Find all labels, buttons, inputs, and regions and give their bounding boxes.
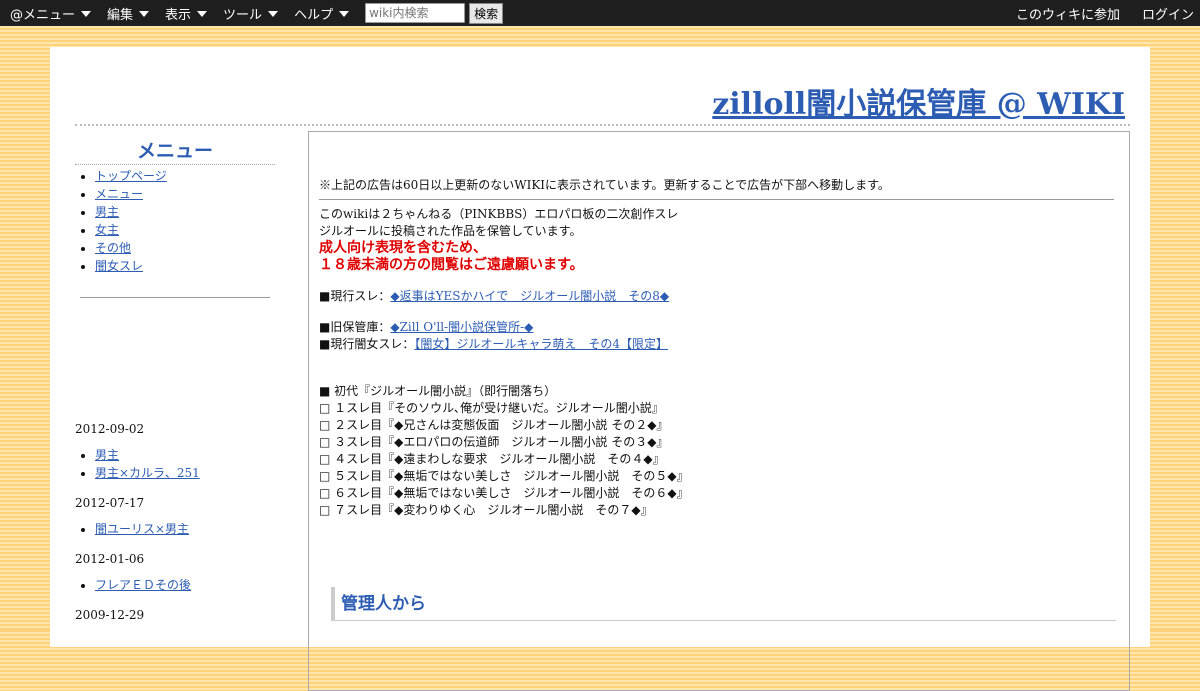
history-line: □ ４スレ目『◆遠まわしな要求 ジルオール闇小説 その４◆』 bbox=[319, 452, 665, 466]
sidebar-item-yamijo: 闇女スレ bbox=[95, 257, 275, 275]
current-thread-prefix: ■現行スレ： bbox=[319, 289, 391, 303]
sidebar-link-male[interactable]: 男主 bbox=[95, 205, 119, 219]
update-list: フレアＥＤその後 bbox=[75, 576, 275, 594]
toolbar-right: このウィキに参加 ログイン bbox=[994, 4, 1194, 23]
sidebar-item-male: 男主 bbox=[95, 203, 275, 221]
tools-dropdown[interactable]: ツール bbox=[223, 4, 279, 23]
atmenu-dropdown[interactable]: @メニュー bbox=[10, 4, 92, 23]
sidebar-heading: メニュー bbox=[75, 136, 275, 165]
join-wiki-link[interactable]: このウィキに参加 bbox=[1016, 4, 1120, 23]
edit-label: 編集 bbox=[107, 7, 134, 23]
chevron-down-icon bbox=[268, 11, 279, 17]
update-list: 男主 男主×カルラ、251 bbox=[75, 446, 275, 482]
main-content: ※上記の広告は60日以上更新のないWIKIに表示されています。更新することで広告… bbox=[308, 131, 1130, 691]
chevron-down-icon bbox=[339, 11, 350, 17]
list-item: フレアＥＤその後 bbox=[95, 576, 275, 594]
sidebar: メニュー トップページ メニュー 男主 女主 その他 闇女スレ 2012-09-… bbox=[75, 133, 275, 632]
sidebar-link-other[interactable]: その他 bbox=[95, 241, 131, 255]
update-list: 闇ユーリス×男主 bbox=[75, 520, 275, 538]
update-date: 2009-12-29 bbox=[75, 608, 145, 622]
sidebar-divider bbox=[80, 297, 270, 298]
sidebar-menu: トップページ メニュー 男主 女主 その他 闇女スレ bbox=[75, 167, 275, 275]
view-label: 表示 bbox=[165, 7, 192, 23]
intro-line: このwikiは２ちゃんねる（PINKBBS）エロパロ板の二次創作スレ bbox=[319, 207, 679, 221]
list-item: 男主×カルラ、251 bbox=[95, 464, 275, 482]
list-item: 闇ユーリス×男主 bbox=[95, 520, 275, 538]
update-link[interactable]: 闇ユーリス×男主 bbox=[95, 522, 189, 536]
title-divider bbox=[75, 124, 1130, 126]
history-line: □ ７スレ目『◆変わりゆく心 ジルオール闇小説 その７◆』 bbox=[319, 503, 653, 517]
page-container: zilloll闇小説保管庫 @ WIKI メニュー トップページ メニュー 男主… bbox=[50, 47, 1150, 691]
history-line: □ ３スレ目『◆エロパロの伝道師 ジルオール闇小説 その３◆』 bbox=[319, 435, 669, 449]
update-link[interactable]: 男主 bbox=[95, 448, 119, 462]
update-date: 2012-01-06 bbox=[75, 552, 145, 566]
toolbar-left: @メニュー 編集 表示 ツール ヘルプ 検索 bbox=[10, 2, 504, 24]
adult-warning: 成人向け表現を含むため、 bbox=[319, 240, 487, 256]
help-label: ヘルプ bbox=[294, 7, 334, 23]
sidebar-link-menu[interactable]: メニュー bbox=[95, 187, 143, 201]
history-line: ■ 初代『ジルオール闇小説』（即行闇落ち） bbox=[319, 384, 557, 398]
history-line: □ ６スレ目『◆無垢ではない美しさ ジルオール闇小説 その６◆』 bbox=[319, 486, 689, 500]
sidebar-item-other: その他 bbox=[95, 239, 275, 257]
sidebar-link-female[interactable]: 女主 bbox=[95, 223, 119, 237]
history-line: □ ２スレ目『◆兄さんは変態仮面 ジルオール闇小説 その２◆』 bbox=[319, 418, 669, 432]
ad-divider bbox=[319, 199, 1114, 200]
current-thread-link[interactable]: ◆返事はYESかハイで ジルオール闇小説 その8◆ bbox=[390, 289, 669, 303]
sidebar-item-menu: メニュー bbox=[95, 185, 275, 203]
sidebar-link-yamijo[interactable]: 闇女スレ bbox=[95, 259, 143, 273]
chevron-down-icon bbox=[197, 11, 208, 17]
adult-warning: １８歳未満の方の閲覧はご遠慮願います。 bbox=[319, 257, 584, 273]
old-archive-link[interactable]: ◆Zill O'll-闇小説保管所-◆ bbox=[390, 320, 533, 334]
ad-notice: ※上記の広告は60日以上更新のないWIKIに表示されています。更新することで広告… bbox=[319, 178, 890, 192]
yamijo-thread-prefix: ■現行闇女スレ： bbox=[319, 337, 415, 351]
search-input[interactable] bbox=[365, 3, 466, 23]
sidebar-link-top[interactable]: トップページ bbox=[95, 169, 167, 183]
admin-section-heading: 管理人から bbox=[331, 587, 1116, 621]
yamijo-thread-line: ■現行闇女スレ：【闇女】ジルオールキャラ萌え その4【限定】 bbox=[319, 336, 1119, 353]
atmenu-label: @メニュー bbox=[10, 7, 76, 23]
search-button[interactable]: 検索 bbox=[469, 2, 504, 24]
sidebar-item-top: トップページ bbox=[95, 167, 275, 185]
chevron-down-icon bbox=[81, 11, 92, 17]
chevron-down-icon bbox=[139, 11, 150, 17]
yamijo-thread-link[interactable]: 【闇女】ジルオールキャラ萌え その4【限定】 bbox=[414, 337, 668, 351]
wiki-body: このwikiは２ちゃんねる（PINKBBS）エロパロ板の二次創作スレ ジルオール… bbox=[319, 206, 1119, 519]
edit-dropdown[interactable]: 編集 bbox=[107, 4, 150, 23]
update-date: 2012-09-02 bbox=[75, 422, 145, 436]
view-dropdown[interactable]: 表示 bbox=[165, 4, 208, 23]
old-archive-line: ■旧保管庫：◆Zill O'll-闇小説保管所-◆ bbox=[319, 319, 1119, 336]
top-toolbar: @メニュー 編集 表示 ツール ヘルプ 検索 このウィキに参加 ログイン bbox=[0, 0, 1200, 26]
intro-line: ジルオールに投稿された作品を保管しています。 bbox=[319, 224, 582, 238]
site-title-link[interactable]: zilloll闇小説保管庫 @ WIKI bbox=[712, 79, 1125, 123]
list-item: 男主 bbox=[95, 446, 275, 464]
history-line: □ ５スレ目『◆無垢ではない美しさ ジルオール闇小説 その５◆』 bbox=[319, 469, 689, 483]
update-date: 2012-07-17 bbox=[75, 496, 145, 510]
sidebar-item-female: 女主 bbox=[95, 221, 275, 239]
history-line: □ １スレ目『そのソウル､俺が受け継いだ。ジルオール闇小説』 bbox=[319, 401, 664, 415]
help-dropdown[interactable]: ヘルプ bbox=[294, 4, 350, 23]
update-link[interactable]: 男主×カルラ、251 bbox=[95, 466, 200, 480]
login-link[interactable]: ログイン bbox=[1142, 4, 1194, 23]
current-thread-line: ■現行スレ：◆返事はYESかハイで ジルオール闇小説 その8◆ bbox=[319, 288, 1119, 305]
tools-label: ツール bbox=[223, 7, 263, 23]
update-link[interactable]: フレアＥＤその後 bbox=[95, 578, 191, 592]
old-archive-prefix: ■旧保管庫： bbox=[319, 320, 391, 334]
